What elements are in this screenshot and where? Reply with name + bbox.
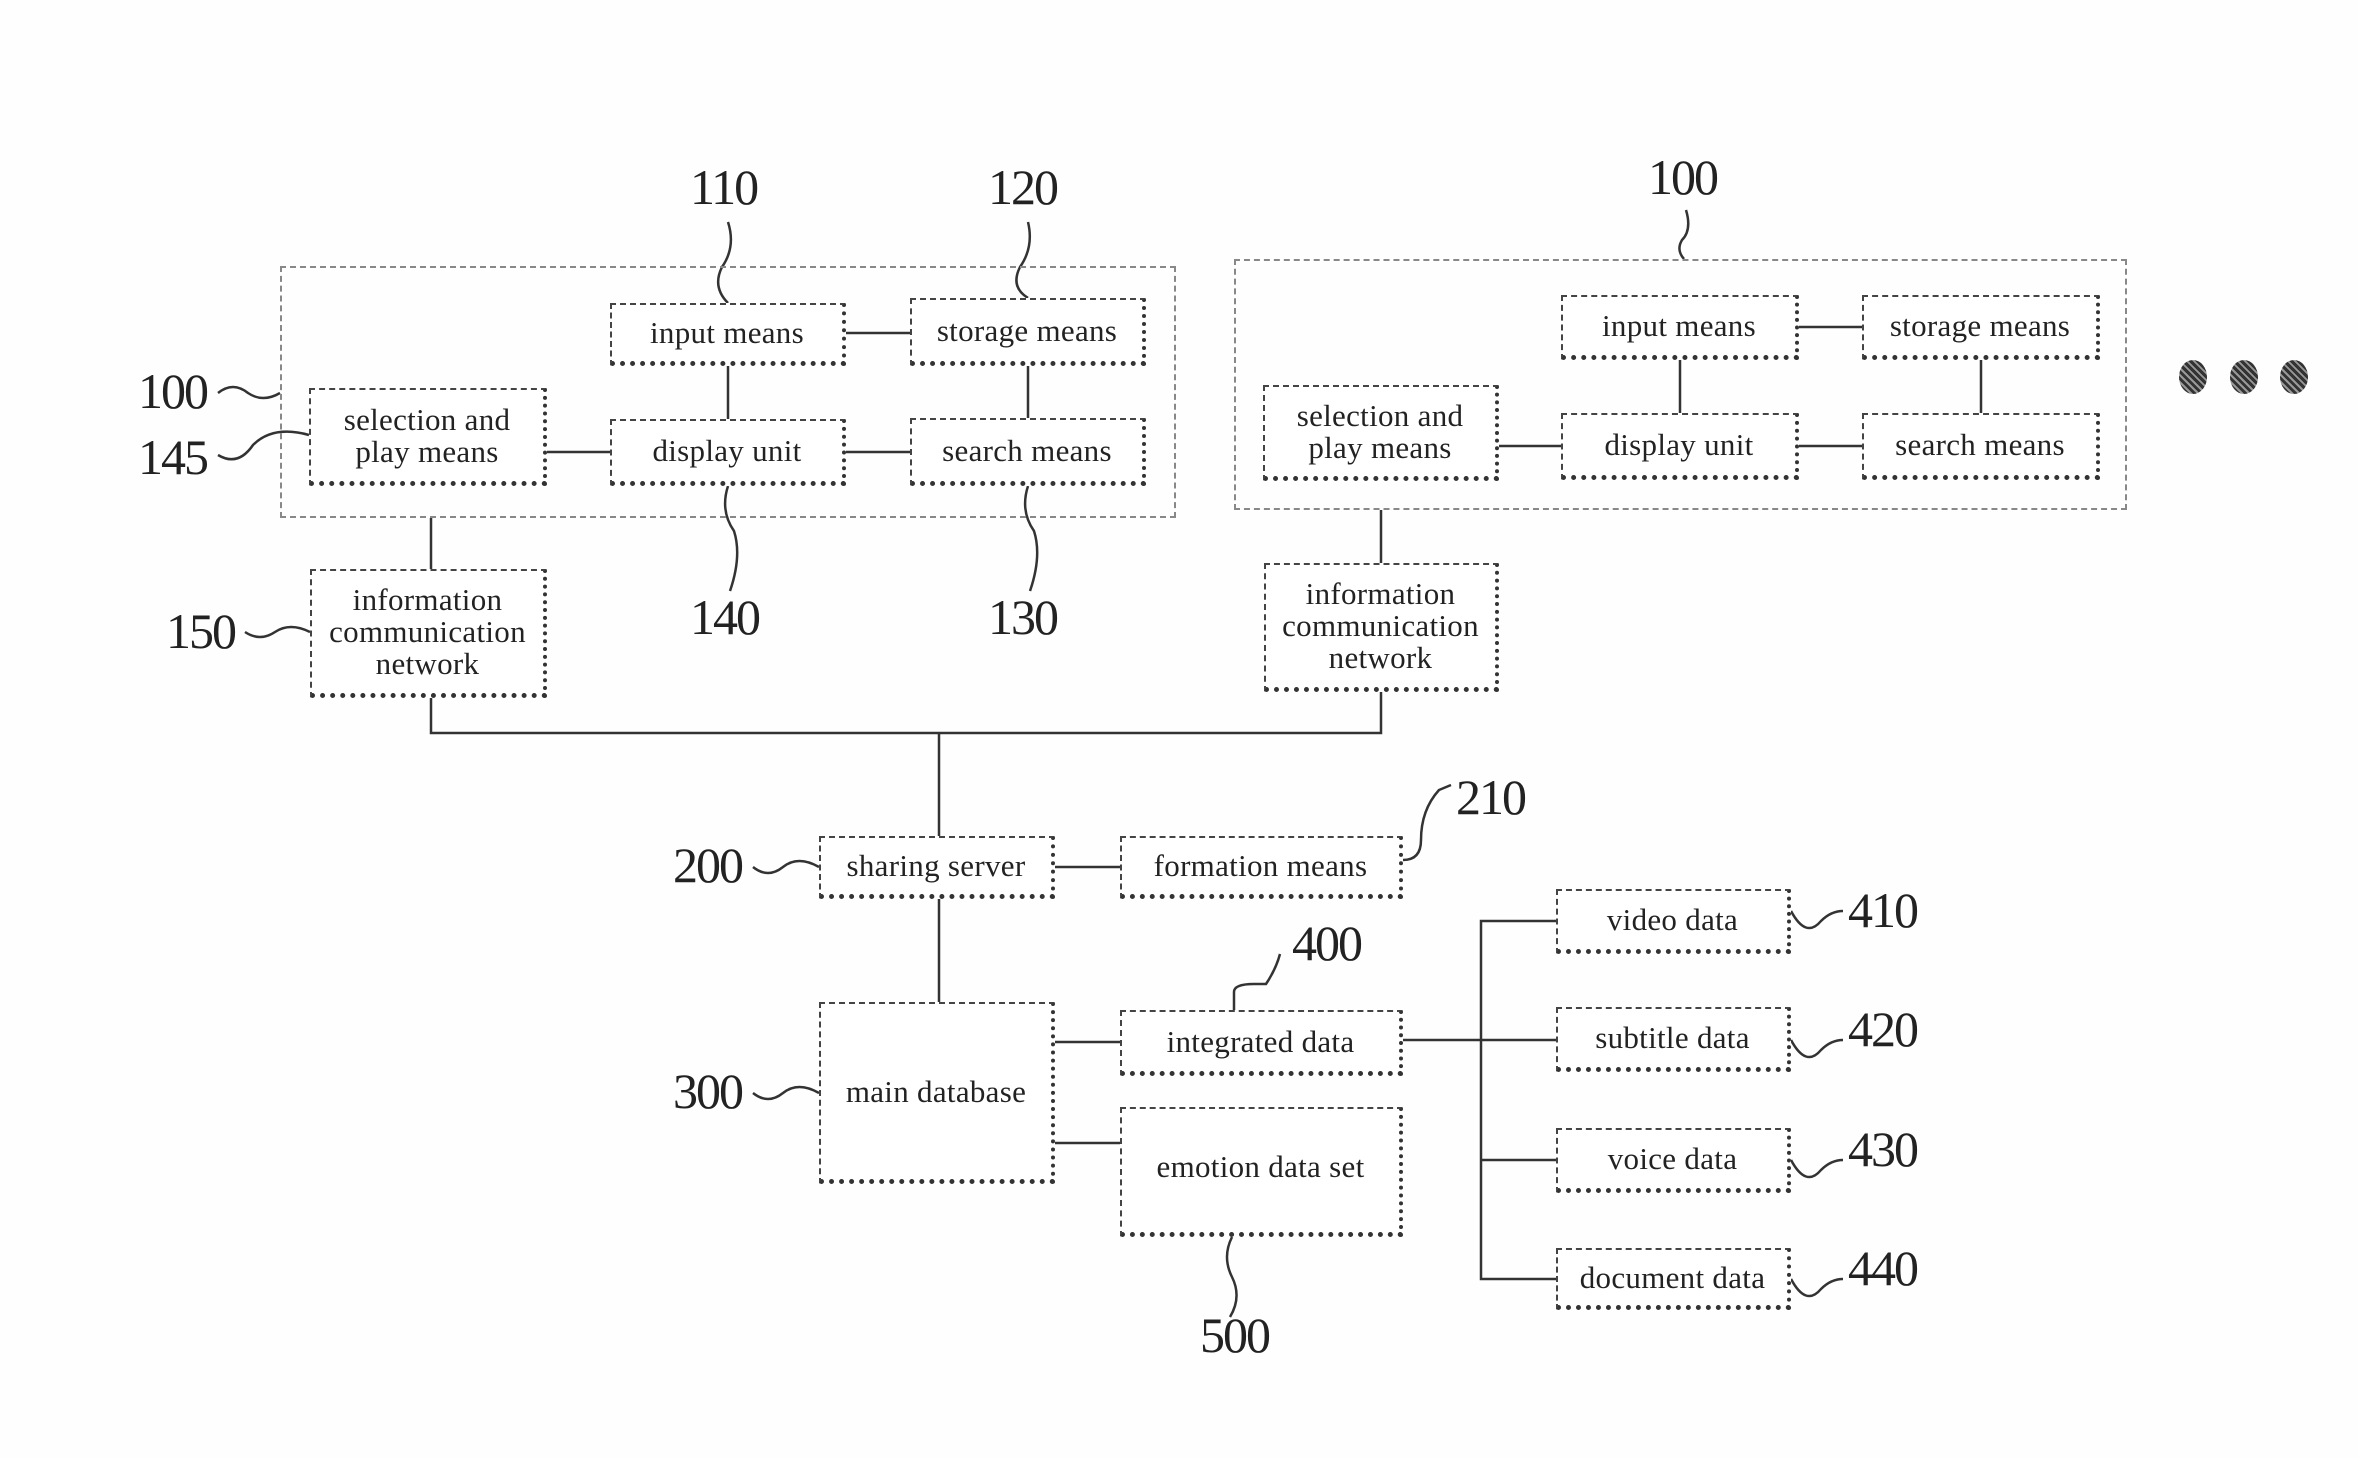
dot-icon <box>2280 360 2308 394</box>
wire-branch-trunk <box>1479 919 1556 1281</box>
voice-data: voice data <box>1556 1128 1791 1193</box>
leader-430 <box>1789 1158 1844 1179</box>
storage-means-right: storage means <box>1862 295 2100 360</box>
ref-440: 440 <box>1848 1240 1919 1296</box>
subtitle-data: subtitle data <box>1556 1007 1791 1072</box>
ref-430: 430 <box>1848 1121 1919 1177</box>
input-means-left: input means <box>610 303 846 366</box>
search-means-left: search means <box>910 418 1146 486</box>
sharing-server: sharing server <box>819 836 1055 899</box>
video-data: video data <box>1556 889 1791 954</box>
leader-300 <box>752 1085 820 1101</box>
ref-150: 150 <box>166 603 237 659</box>
leader-410 <box>1789 909 1844 930</box>
ref-100-right: 100 <box>1648 149 1719 205</box>
leader-100-right <box>1678 209 1690 260</box>
ref-120: 120 <box>988 159 1059 215</box>
display-unit-right: display unit <box>1561 413 1799 480</box>
formation-means: formation means <box>1120 836 1403 899</box>
leader-500 <box>1225 1236 1238 1318</box>
document-data: document data <box>1556 1248 1791 1310</box>
leader-400 <box>1232 953 1282 1010</box>
leader-420 <box>1789 1038 1844 1059</box>
ref-110: 110 <box>690 159 759 215</box>
ref-145: 145 <box>138 429 209 485</box>
ref-210: 210 <box>1456 769 1527 825</box>
selection-play-means-right: selection and play means <box>1263 385 1499 481</box>
leader-150 <box>244 625 311 639</box>
main-database: main database <box>819 1002 1055 1184</box>
ref-400: 400 <box>1292 915 1363 971</box>
leader-100-left <box>217 385 281 400</box>
integrated-data: integrated data <box>1120 1010 1403 1076</box>
block-diagram: input means storage means selection and … <box>0 0 2358 1458</box>
dot-icon <box>2179 360 2207 394</box>
network-left: information communication network <box>310 569 547 698</box>
display-unit-left: display unit <box>610 419 846 486</box>
leader-210 <box>1402 783 1452 862</box>
emotion-data-set: emotion data set <box>1120 1107 1403 1237</box>
leader-200 <box>752 859 820 875</box>
network-right: information communication network <box>1264 563 1499 692</box>
storage-means-left: storage means <box>910 298 1146 366</box>
ref-420: 420 <box>1848 1001 1919 1057</box>
ref-200: 200 <box>673 837 744 893</box>
ref-130: 130 <box>988 589 1059 645</box>
leader-440 <box>1789 1277 1844 1298</box>
ref-500: 500 <box>1200 1307 1271 1363</box>
connection-lines <box>217 209 1983 1318</box>
wire-bus <box>429 692 1383 735</box>
search-means-right: search means <box>1862 413 2100 480</box>
selection-play-means-left: selection and play means <box>309 388 547 486</box>
ref-410: 410 <box>1848 882 1919 938</box>
input-means-right: input means <box>1561 295 1799 360</box>
dot-icon <box>2230 360 2258 394</box>
ref-140: 140 <box>690 589 761 645</box>
ref-100-left: 100 <box>138 363 209 419</box>
ref-300: 300 <box>673 1063 744 1119</box>
